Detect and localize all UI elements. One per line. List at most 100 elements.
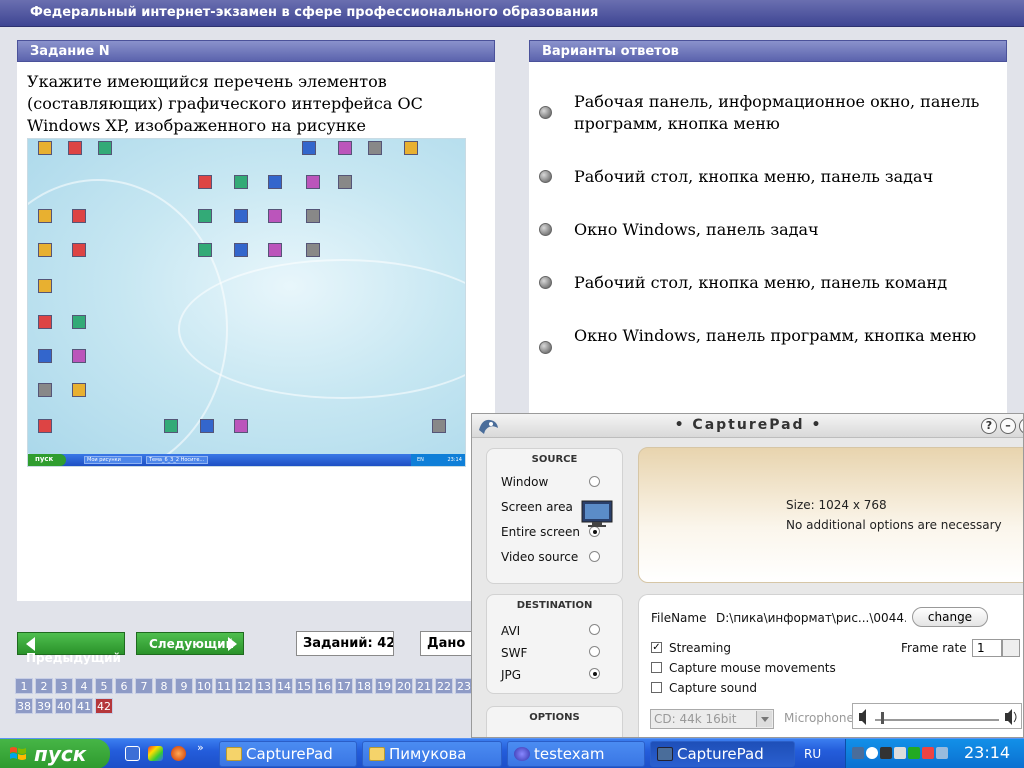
info-note: No additional options are necessary	[786, 518, 1002, 532]
shortcut-glyph-icon	[368, 141, 382, 155]
question-text: Укажите имеющийся перечень элементов (со…	[27, 72, 423, 135]
source-video-radio[interactable]	[589, 551, 600, 562]
start-button[interactable]: пуск	[0, 739, 110, 768]
quicklaunch-more-icon[interactable]: »	[197, 741, 204, 754]
capture-sound-label: Capture sound	[669, 681, 757, 695]
shortcut-glyph-icon	[72, 383, 86, 397]
page-number-button[interactable]: 20	[395, 678, 413, 694]
shortcut-glyph-icon	[72, 349, 86, 363]
desktop-shortcut-icon	[294, 141, 324, 155]
windows-logo-icon	[10, 747, 26, 760]
volume-slider[interactable]	[852, 703, 1022, 729]
image-tray-lang: EN	[417, 457, 424, 463]
page-number-button[interactable]: 39	[35, 698, 53, 714]
tray-volume-icon[interactable]	[936, 747, 948, 759]
shortcut-glyph-icon	[38, 349, 52, 363]
capturepad-title: • CapturePad •	[674, 417, 823, 433]
streaming-checkbox[interactable]: ✓	[651, 642, 662, 653]
shortcut-glyph-icon	[234, 175, 248, 189]
frame-rate-spinner[interactable]	[1002, 639, 1020, 657]
taskbar-task[interactable]: Пимукова	[362, 741, 502, 767]
arrow-left-icon	[26, 637, 35, 651]
page-number-button[interactable]: 15	[295, 678, 313, 694]
previous-button[interactable]: Предыдущий	[17, 632, 125, 665]
page-number-button[interactable]: 38	[15, 698, 33, 714]
media-icon[interactable]	[148, 746, 163, 761]
page-number-button[interactable]: 19	[375, 678, 393, 694]
page-number-button[interactable]: 16	[315, 678, 333, 694]
browser-icon[interactable]	[171, 746, 186, 761]
page-number-button[interactable]: 13	[255, 678, 273, 694]
shortcut-glyph-icon	[306, 209, 320, 223]
page-number-button[interactable]: 40	[55, 698, 73, 714]
audio-format-select[interactable]: CD: 44k 16bit	[650, 709, 774, 729]
page-number-button[interactable]: 41	[75, 698, 93, 714]
answer-radio-5[interactable]	[539, 341, 552, 354]
answer-radio-2[interactable]	[539, 170, 552, 183]
desktop-shortcut-icon	[226, 175, 256, 189]
answer-option-2[interactable]: Рабочий стол, кнопка меню, панель задач	[574, 166, 999, 188]
page-number-button[interactable]: 17	[335, 678, 353, 694]
change-button[interactable]: change	[912, 607, 988, 627]
desktop-shortcut-icon	[30, 209, 60, 223]
shortcut-glyph-icon	[98, 141, 112, 155]
source-window-radio[interactable]	[589, 476, 600, 487]
shortcut-glyph-icon	[38, 209, 52, 223]
frame-rate-input[interactable]: 1	[972, 639, 1002, 657]
page-number-button[interactable]: 7	[135, 678, 153, 694]
frame-rate-label: Frame rate	[901, 641, 967, 655]
page-number-button[interactable]: 3	[55, 678, 73, 694]
tray-app-icon[interactable]	[880, 747, 892, 759]
answer-option-3[interactable]: Окно Windows, панель задач	[574, 219, 999, 241]
help-button[interactable]: ?	[981, 418, 997, 434]
language-indicator[interactable]: RU	[797, 739, 844, 768]
capture-mouse-checkbox[interactable]	[651, 662, 662, 673]
taskbar-task[interactable]: CapturePad	[219, 741, 357, 767]
dest-swf-radio[interactable]	[589, 646, 600, 657]
answer-option-1[interactable]: Рабочая панель, информационное окно, пан…	[574, 91, 999, 135]
page-number-button[interactable]: 4	[75, 678, 93, 694]
page-number-button[interactable]: 2	[35, 678, 53, 694]
capturepad-titlebar[interactable]: • CapturePad • ? –	[472, 414, 1023, 438]
answer-radio-4[interactable]	[539, 276, 552, 289]
tray-help-icon[interactable]	[866, 747, 878, 759]
tray-app-icon[interactable]	[894, 747, 906, 759]
page-number-button[interactable]: 1	[15, 678, 33, 694]
answer-option-5[interactable]: Окно Windows, панель программ, кнопка ме…	[574, 325, 999, 347]
page-number-button[interactable]: 9	[175, 678, 193, 694]
show-desktop-icon[interactable]	[125, 746, 140, 761]
page-number-button[interactable]: 14	[275, 678, 293, 694]
next-button[interactable]: Следующий	[136, 632, 244, 655]
page-number-button[interactable]: 22	[435, 678, 453, 694]
desktop-shortcut-icon	[64, 243, 94, 257]
info-panel	[638, 447, 1023, 583]
page-number-button[interactable]: 21	[415, 678, 433, 694]
page-number-button[interactable]: 5	[95, 678, 113, 694]
desktop-shortcut-icon	[192, 419, 222, 433]
taskbar-task[interactable]: testexam	[507, 741, 645, 767]
page-number-button[interactable]: 6	[115, 678, 133, 694]
shortcut-glyph-icon	[72, 243, 86, 257]
page-number-button[interactable]: 8	[155, 678, 173, 694]
clock: 23:14	[964, 743, 1011, 762]
page-number-button[interactable]: 11	[215, 678, 233, 694]
page-number-button[interactable]: 42	[95, 698, 113, 714]
tray-app-icon[interactable]	[908, 747, 920, 759]
tray-capture-icon[interactable]	[852, 747, 864, 759]
dest-avi-radio[interactable]	[589, 624, 600, 635]
tray-app-icon[interactable]	[922, 747, 934, 759]
minimize-button[interactable]: –	[1000, 418, 1016, 434]
answer-option-4[interactable]: Рабочий стол, кнопка меню, панель команд	[574, 272, 999, 294]
answer-radio-1[interactable]	[539, 106, 552, 119]
page-number-button[interactable]: 10	[195, 678, 213, 694]
dest-jpg-radio[interactable]	[589, 668, 600, 679]
taskbar-task-label: CapturePad	[677, 745, 764, 763]
taskbar-task-active[interactable]: CapturePad	[650, 741, 795, 767]
page-number-button[interactable]: 12	[235, 678, 253, 694]
volume-slider-graphic	[859, 709, 1017, 725]
filename-value[interactable]: D:\пика\информат\рис...\0044.jpg	[716, 611, 906, 625]
answer-radio-3[interactable]	[539, 223, 552, 236]
page-number-button[interactable]: 18	[355, 678, 373, 694]
shortcut-glyph-icon	[68, 141, 82, 155]
capture-sound-checkbox[interactable]	[651, 682, 662, 693]
